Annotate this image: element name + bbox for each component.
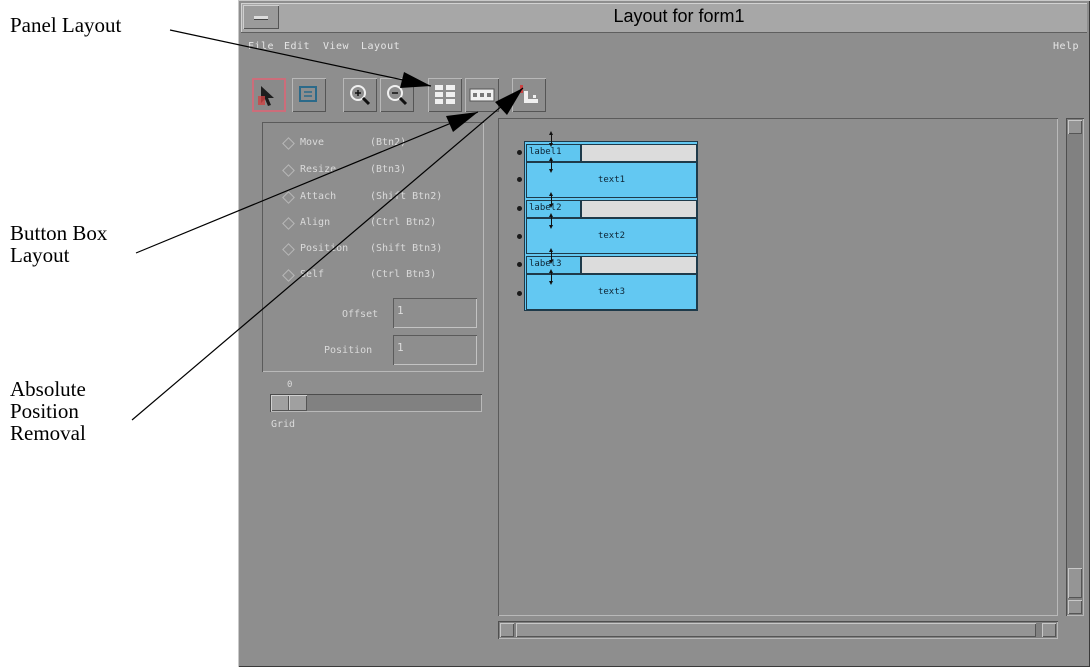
attachment-handle-icon [517,150,522,155]
label-widget[interactable]: label3 [526,256,581,274]
mode-label: Move [300,137,325,148]
position-label: Position [324,345,373,356]
select-tool-button[interactable] [252,78,286,112]
attachment-arrow-icon [549,248,553,264]
mode-shortcut: (Ctrl Btn3) [370,269,437,280]
attachment-arrow-icon [549,192,553,208]
label-extent [581,144,697,162]
horizontal-scroll-thumb[interactable] [516,623,1036,637]
menu-edit[interactable]: Edit [284,41,310,52]
mode-label: Align [300,217,331,228]
horizontal-scrollbar[interactable] [498,621,1058,639]
mode-label: Position [300,243,349,254]
callout-line: Absolute [10,377,86,401]
title-bar[interactable]: Layout for form1 [241,3,1087,33]
mode-shortcut: (Shift Btn2) [370,191,443,202]
menu-layout[interactable]: Layout [361,41,400,52]
window-menu-button[interactable] [243,5,279,29]
absolute-position-removal-button[interactable] [512,78,546,112]
zoom-in-icon [350,85,371,106]
callout-line: Layout [10,243,70,267]
offset-label: Offset [342,309,379,320]
button-box-layout-icon [469,88,495,102]
offset-field[interactable]: 1 [393,298,477,328]
callout-absolute-position-removal: Absolute Position Removal [10,378,86,444]
label-widget[interactable]: label1 [526,144,581,162]
absolute-position-removal-icon [520,85,538,103]
menu-file[interactable]: File [248,41,274,52]
button-box-layout-button[interactable] [465,78,499,112]
attachment-handle-icon [517,177,522,182]
grid-slider-thumb[interactable] [271,395,307,411]
zoom-out-button[interactable] [380,78,414,112]
callout-panel-layout: Panel Layout [10,13,122,37]
attachment-arrow-icon [549,131,553,147]
scroll-left-icon[interactable] [500,623,514,637]
mode-label: Resize [300,164,337,175]
scroll-right-icon[interactable] [1042,623,1056,637]
resize-tool-icon [299,86,317,102]
attachment-arrow-icon [549,213,553,229]
attachment-handle-icon [517,206,522,211]
attachment-handle-icon [517,234,522,239]
scroll-down-icon[interactable] [1068,600,1082,614]
attachment-arrow-icon [549,157,553,173]
zoom-in-button[interactable] [343,78,377,112]
zoom-out-icon [387,85,408,106]
grid-label: Grid [271,419,296,430]
menu-bar: File Edit View Layout Help [241,33,1087,59]
select-tool-icon [258,86,274,106]
callout-line: Button Box [10,221,108,245]
grid-value: 0 [287,380,293,390]
mode-label: Attach [300,191,337,202]
mode-shortcut: (Ctrl Btn2) [370,217,437,228]
label-widget[interactable]: label2 [526,200,581,218]
label-extent [581,200,697,218]
grid-slider[interactable] [270,394,482,412]
vertical-scroll-thumb[interactable] [1068,568,1082,598]
menu-help[interactable]: Help [1053,41,1079,52]
menu-view[interactable]: View [323,41,349,52]
mode-label: Self [300,269,325,280]
scroll-up-icon[interactable] [1068,120,1082,134]
panel-layout-icon [435,85,455,104]
position-field[interactable]: 1 [393,335,477,365]
resize-tool-button[interactable] [292,78,326,112]
attachment-handle-icon [517,262,522,267]
callout-line: Position [10,399,79,423]
mode-shortcut: (Btn2) [370,137,407,148]
label-extent [581,256,697,274]
callout-button-box-layout: Button Box Layout [10,222,107,266]
callout-line: Removal [10,421,86,445]
mode-shortcut: (Shift Btn3) [370,243,443,254]
window-title: Layout for form1 [613,6,745,26]
attachment-arrow-icon [549,269,553,285]
panel-layout-button[interactable] [428,78,462,112]
mode-shortcut: (Btn3) [370,164,407,175]
window-menu-icon [254,16,268,20]
vertical-scrollbar[interactable] [1066,118,1084,616]
attachment-handle-icon [517,291,522,296]
